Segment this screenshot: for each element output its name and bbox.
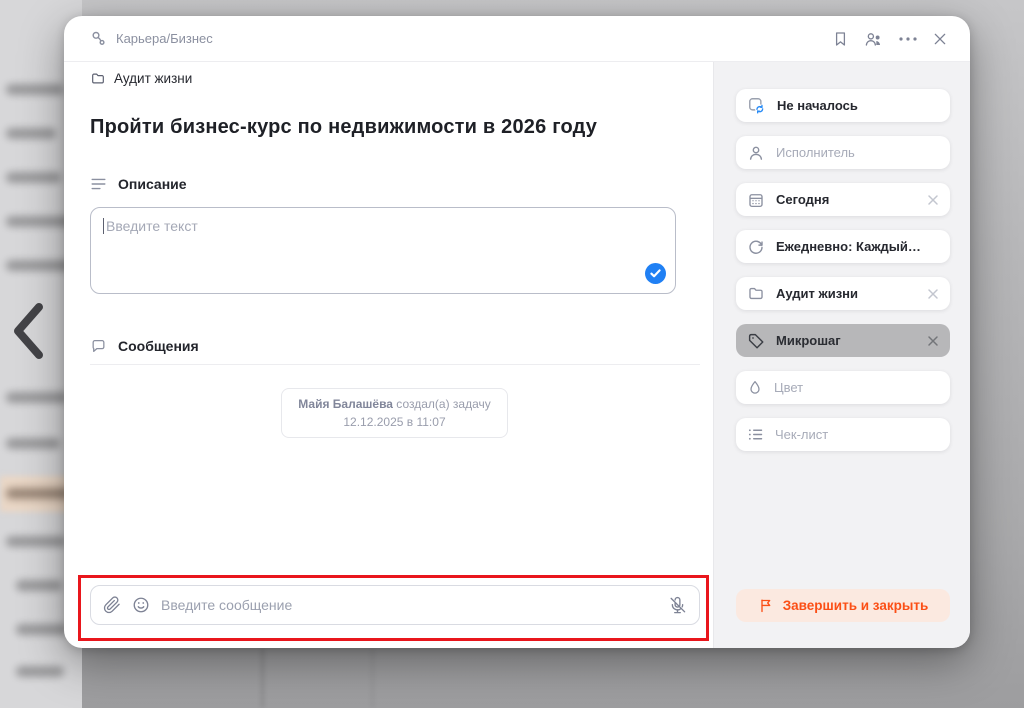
due-date-button[interactable]: Сегодня: [736, 183, 950, 216]
close-icon[interactable]: [932, 31, 948, 47]
mic-off-icon[interactable]: [668, 596, 687, 615]
message-input[interactable]: [161, 597, 657, 613]
complete-label: Завершить и закрыть: [783, 598, 929, 613]
board-chip[interactable]: Аудит жизни: [90, 71, 192, 86]
description-label: Описание: [118, 176, 187, 192]
more-dots-icon[interactable]: [898, 36, 918, 42]
complete-and-close-button[interactable]: Завершить и закрыть: [736, 589, 950, 622]
assignee-label: Исполнитель: [776, 145, 855, 160]
project-link-icon: [90, 30, 107, 47]
modal-body: Аудит жизни Пройти бизнес-курс по недвиж…: [64, 62, 970, 648]
blurred-row: [6, 488, 70, 499]
system-action: создал(а) задачу: [393, 397, 491, 411]
checklist-icon: [747, 427, 764, 442]
description-save-button[interactable]: [645, 263, 666, 284]
droplet-icon: [747, 379, 763, 396]
blurred-row: [6, 438, 60, 449]
blurred-row: [16, 624, 68, 635]
bookmark-icon[interactable]: [832, 30, 849, 48]
messages-label: Сообщения: [118, 338, 199, 354]
blurred-row: [16, 580, 62, 591]
blurred-row: [6, 392, 68, 403]
check-icon: [650, 269, 661, 278]
board-button[interactable]: Аудит жизни: [736, 277, 950, 310]
blurred-row: [6, 128, 56, 139]
remove-x-icon[interactable]: [927, 335, 939, 347]
modal-header: Карьера/Бизнес: [64, 16, 970, 62]
checklist-button[interactable]: Чек-лист: [736, 418, 950, 451]
description-placeholder: Введите текст: [106, 218, 198, 234]
calendar-icon: [747, 191, 765, 209]
due-date-label: Сегодня: [776, 192, 829, 207]
members-icon[interactable]: [863, 30, 884, 48]
color-label: Цвет: [774, 380, 803, 395]
remove-x-icon[interactable]: [927, 288, 939, 300]
tag-chip-button[interactable]: Микрошаг: [736, 324, 950, 357]
background-column-divider: [371, 648, 374, 708]
project-breadcrumb[interactable]: Карьера/Бизнес: [90, 30, 213, 47]
system-message-line1: Майя Балашёва создал(а) задачу: [298, 395, 490, 413]
description-lines-icon: [90, 177, 107, 191]
task-title[interactable]: Пройти бизнес-курс по недвижимости в 202…: [90, 116, 673, 139]
recurrence-label: Ежедневно: Каждый…: [776, 239, 921, 254]
task-main-panel: Аудит жизни Пройти бизнес-курс по недвиж…: [64, 62, 713, 648]
status-label: Не началось: [777, 98, 858, 113]
color-button[interactable]: Цвет: [736, 371, 950, 404]
background-column-divider: [261, 648, 264, 708]
blurred-row: [6, 172, 61, 183]
message-input-bar: [90, 585, 700, 625]
tag-icon: [747, 332, 765, 350]
blurred-row: [16, 666, 64, 677]
chat-bubble-icon: [90, 338, 107, 354]
task-modal: Карьера/Бизнес: [64, 16, 970, 648]
description-textarea[interactable]: Введите текст: [90, 207, 676, 294]
smiley-icon[interactable]: [132, 596, 150, 614]
repeat-icon: [747, 238, 765, 256]
assignee-button[interactable]: Исполнитель: [736, 136, 950, 169]
assignee-person-icon: [747, 144, 765, 162]
remove-x-icon[interactable]: [927, 194, 939, 206]
header-actions: [832, 30, 948, 48]
left-chevron-icon[interactable]: [12, 302, 44, 360]
status-button[interactable]: Не началось: [736, 89, 950, 122]
checklist-label: Чек-лист: [775, 427, 828, 442]
blurred-row: [6, 536, 66, 547]
recurrence-button[interactable]: Ежедневно: Каждый…: [736, 230, 950, 263]
tag-label: Микрошаг: [776, 333, 841, 348]
flag-icon: [758, 597, 774, 614]
description-section-header: Описание: [90, 176, 713, 192]
system-message-date: 12.12.2025 в 11:07: [298, 413, 490, 431]
messages-divider: [90, 364, 700, 365]
text-caret: [103, 218, 104, 234]
board-chip-label: Аудит жизни: [776, 286, 858, 301]
status-checkbox-sync-icon: [747, 96, 766, 115]
folder-icon: [90, 71, 106, 86]
folder-icon: [747, 285, 765, 302]
task-properties-sidebar: Не началось Исполнитель: [713, 62, 970, 648]
author-name: Майя Балашёва: [298, 397, 393, 411]
blurred-row: [6, 260, 72, 271]
system-message-card: Майя Балашёва создал(а) задачу 12.12.202…: [281, 388, 507, 438]
paperclip-icon[interactable]: [103, 596, 121, 614]
board-label: Аудит жизни: [114, 71, 192, 86]
messages-section-header: Сообщения: [90, 338, 713, 354]
blurred-row: [6, 84, 64, 95]
project-label: Карьера/Бизнес: [116, 31, 213, 46]
